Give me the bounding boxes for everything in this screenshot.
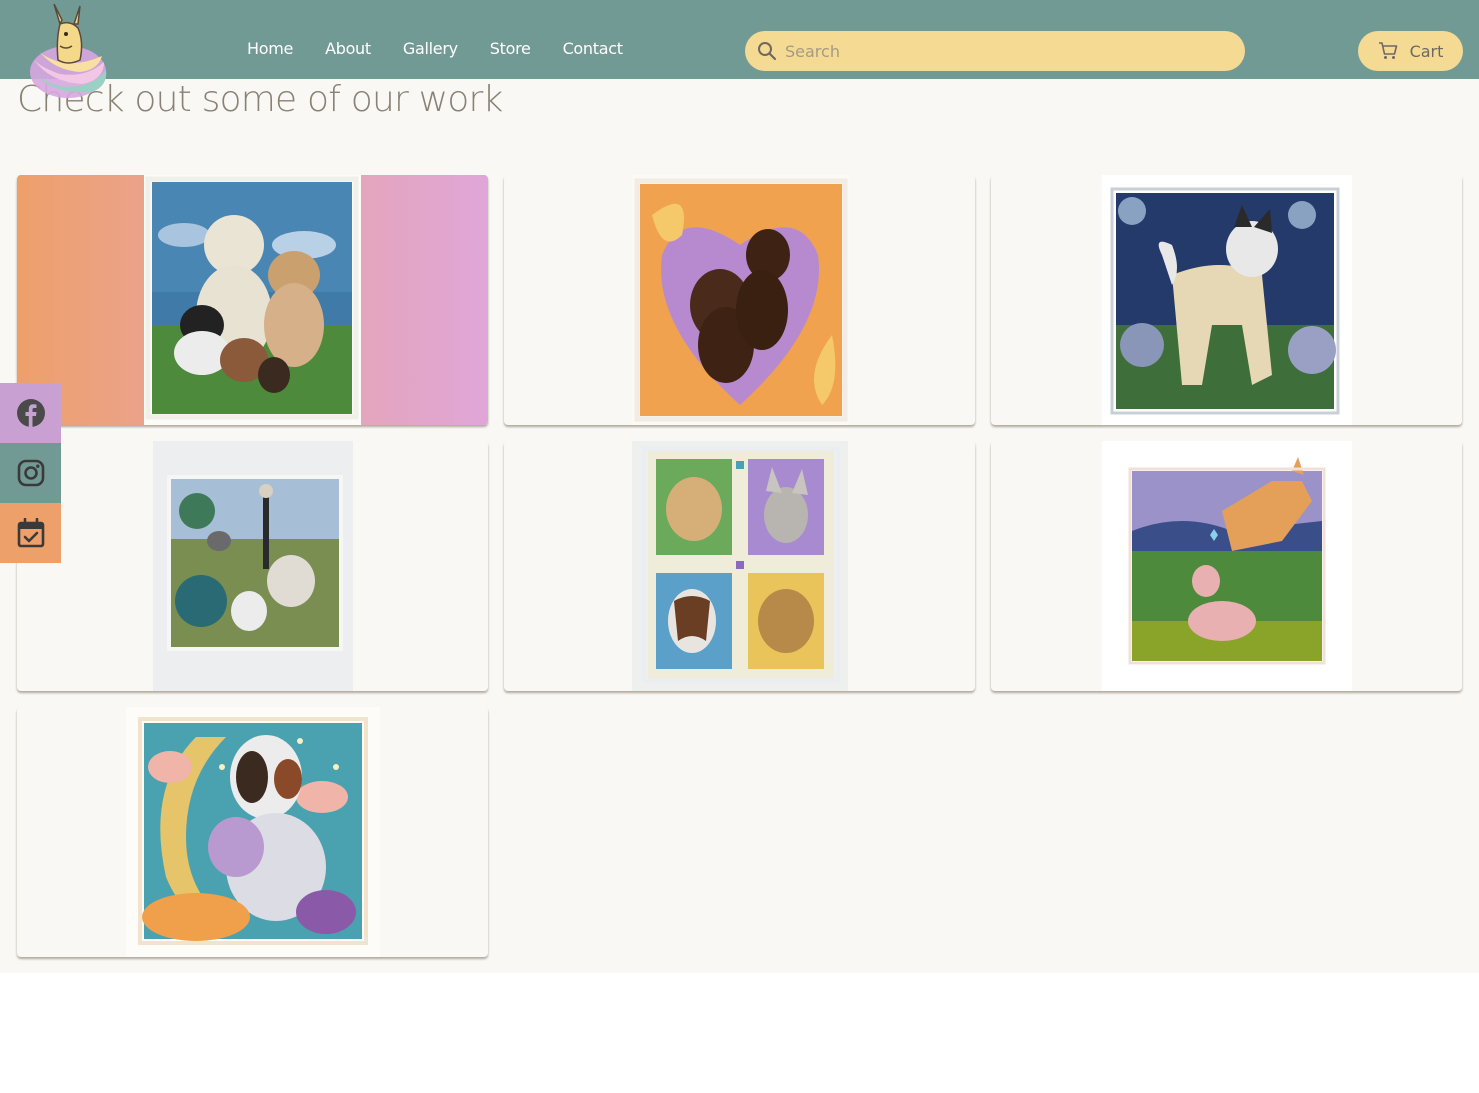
search-bar [745, 31, 1245, 71]
nav-gallery[interactable]: Gallery [403, 39, 458, 58]
quilt-image-pet-portraits [632, 441, 848, 691]
gallery-card-dogs-park[interactable] [17, 441, 488, 691]
cart-icon [1378, 42, 1397, 59]
search-icon [758, 42, 777, 61]
gallery-card-dogs-group[interactable] [17, 175, 488, 425]
main-nav: Home About Gallery Store Contact [247, 39, 655, 58]
facebook-link[interactable] [0, 383, 61, 443]
nav-home[interactable]: Home [247, 39, 293, 58]
search-input[interactable] [785, 41, 1225, 61]
nav-store[interactable]: Store [490, 39, 531, 58]
cart-button[interactable]: Cart [1358, 31, 1463, 71]
calendar-link[interactable] [0, 503, 61, 563]
site-header: Home About Gallery Store Contact Cart [0, 0, 1479, 98]
gallery-section: Check out some of our work [0, 79, 1479, 973]
instagram-link[interactable] [0, 443, 61, 503]
nav-contact[interactable]: Contact [563, 39, 623, 58]
quilt-image-spaniels-heart [632, 175, 849, 425]
gallery-card-puppy-moon[interactable] [17, 707, 488, 957]
nav-about[interactable]: About [325, 39, 371, 58]
quilt-image-dogs-group [144, 175, 361, 425]
gallery-card-alpaca[interactable] [991, 441, 1462, 691]
gallery-card-pet-portraits[interactable] [504, 441, 975, 691]
facebook-icon [16, 399, 45, 427]
gallery-card-husky-night[interactable] [991, 175, 1462, 425]
cart-label: Cart [1409, 41, 1444, 61]
quilt-image-alpaca [1102, 441, 1352, 691]
gallery-card-spaniels-heart[interactable] [504, 175, 975, 425]
calendar-check-icon [17, 518, 44, 548]
quilt-image-puppy-moon [126, 707, 380, 957]
quilt-image-dogs-park [153, 441, 353, 691]
llama-logo[interactable] [20, 0, 112, 104]
instagram-icon [17, 459, 44, 487]
quilt-image-husky-night [1102, 175, 1352, 425]
